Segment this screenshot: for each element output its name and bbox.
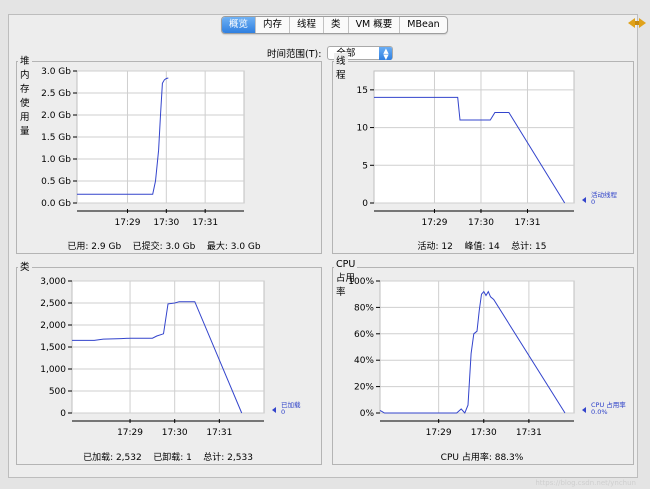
summary-unloaded: 已卸载: 1: [153, 453, 192, 463]
y-tick-label: 0.5 Gb: [41, 177, 71, 187]
legend-value: 0: [591, 198, 595, 206]
y-tick-label: 5: [362, 161, 368, 171]
x-tick-label: 17:29: [117, 428, 143, 438]
legend-marker-icon: [582, 407, 586, 413]
threads-chart[interactable]: 15105017:29 17:30 17:31活动线程0: [332, 65, 632, 237]
y-tick-label: 0.0 Gb: [41, 199, 71, 209]
x-tick-label: 17:30: [153, 218, 179, 228]
y-tick-label: 40%: [354, 356, 374, 366]
classes-summary: 已加载: 2,532 已卸载: 1 总计: 2,533: [83, 450, 253, 463]
y-tick-label: 0%: [360, 409, 375, 419]
y-tick-label: 80%: [354, 303, 374, 313]
x-tick-label: 17:31: [206, 428, 232, 438]
x-tick-label: 17:31: [515, 218, 541, 228]
heap-memory-summary: 已用: 2.9 Gb 已提交: 3.0 Gb 最大: 3.0 Gb: [67, 239, 260, 252]
select-arrows-icon: ▲ ▼: [379, 47, 393, 61]
legend-marker-icon: [582, 197, 586, 203]
watermark: https://blog.csdn.net/ynchun: [535, 479, 636, 487]
y-tick-label: 15: [357, 86, 368, 96]
tab-mbean[interactable]: MBean: [400, 17, 446, 33]
x-tick-label: 17:31: [516, 428, 542, 438]
plot-area: [373, 70, 575, 204]
y-tick-label: 1.0 Gb: [41, 155, 71, 165]
y-tick-label: 2.0 Gb: [41, 111, 71, 121]
y-tick-label: 2,000: [40, 321, 66, 331]
y-tick-label: 2.5 Gb: [41, 89, 71, 99]
cpu-usage-chart[interactable]: 100%80%60%40%20%0%17:29 17:30 17:31CPU 占用率…: [332, 271, 632, 447]
y-tick-label: 1,500: [40, 343, 66, 353]
time-range-label: 时间范围(T):: [267, 49, 322, 60]
summary-max: 最大: 3.0 Gb: [206, 242, 261, 252]
y-tick-label: 0: [362, 199, 368, 209]
legend-marker-icon: [272, 407, 276, 413]
x-tick-label: 17:30: [471, 428, 497, 438]
threads-summary: 活动: 12 峰值: 14 总计: 15: [418, 239, 547, 252]
y-tick-label: 1.5 Gb: [41, 133, 71, 143]
summary-loaded: 已加载: 2,532: [83, 453, 142, 463]
x-tick-label: 17:31: [192, 218, 218, 228]
plot-area: [379, 280, 575, 414]
summary-total: 总计: 15: [511, 242, 547, 252]
tab-vm-summary[interactable]: VM 概要: [349, 17, 401, 33]
x-tick-label: 17:29: [426, 428, 452, 438]
summary-cpu: CPU 占用率: 88.3%: [440, 453, 524, 463]
summary-live: 活动: 12: [417, 242, 453, 252]
x-tick-label: 17:30: [162, 428, 188, 438]
tab-bar: 概览 内存 线程 类 VM 概要 MBean: [221, 16, 448, 34]
x-tick-label: 17:30: [468, 218, 494, 228]
summary-used: 已用: 2.9 Gb: [67, 242, 122, 252]
summary-peak: 峰值: 14: [464, 242, 500, 252]
cpu-usage-summary: CPU 占用率: 88.3%: [441, 450, 524, 463]
tab-overview[interactable]: 概览: [222, 17, 257, 33]
disconnect-arrows-icon[interactable]: [628, 18, 646, 28]
legend-value: 0: [281, 408, 285, 416]
x-tick-label: 17:29: [115, 218, 141, 228]
y-tick-label: 2,500: [40, 299, 66, 309]
x-tick-label: 17:29: [421, 218, 447, 228]
tab-classes[interactable]: 类: [324, 17, 349, 33]
summary-total: 总计: 2,533: [203, 453, 253, 463]
y-tick-label: 3,000: [40, 277, 66, 287]
y-tick-label: 20%: [354, 383, 374, 393]
tab-threads[interactable]: 线程: [290, 17, 325, 33]
y-tick-label: 3.0 Gb: [41, 67, 71, 77]
y-tick-label: 100%: [348, 277, 374, 287]
heap-memory-chart[interactable]: 3.0 Gb 2.5 Gb 2.0 Gb 1.5 Gb 1.0 Gb 0.5 Gb 0.0 …: [16, 65, 320, 237]
y-tick-label: 1,000: [40, 365, 66, 375]
time-range-control: 时间范围(T): 全部 ▲▼: [267, 46, 394, 61]
legend-value: 0.0%: [591, 408, 608, 416]
summary-committed: 已提交: 3.0 Gb: [132, 242, 196, 252]
y-tick-label: 0: [60, 409, 66, 419]
classes-chart[interactable]: 3,000 2,500 2,000 1,500 1,000 500 0 17:29 17:30 1…: [16, 271, 320, 447]
y-tick-label: 10: [357, 124, 369, 134]
y-tick-label: 60%: [354, 330, 374, 340]
y-tick-label: 500: [49, 387, 66, 397]
jconsole-window: 概览 内存 线程 类 VM 概要 MBean 时间范围(T): 全部 ▲▼ 堆内…: [8, 14, 646, 478]
tab-memory[interactable]: 内存: [256, 17, 291, 33]
